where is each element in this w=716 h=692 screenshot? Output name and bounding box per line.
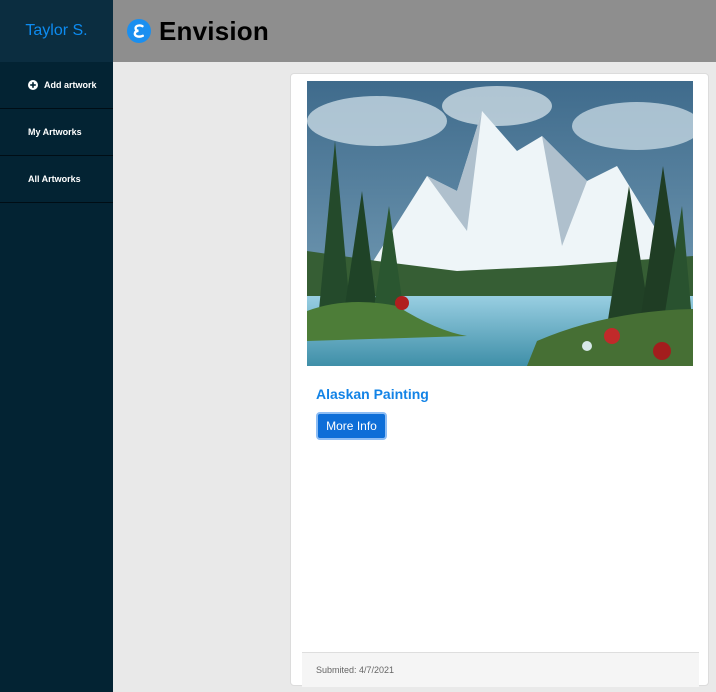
- artwork-title: Alaskan Painting: [316, 386, 429, 402]
- sidebar: Taylor S. Add artwork My Artworks All Ar…: [0, 0, 113, 692]
- card-footer: Submited: 4/7/2021: [302, 652, 699, 687]
- submitted-date: Submited: 4/7/2021: [316, 665, 395, 675]
- brand-name: Envision: [159, 15, 269, 46]
- user-header: Taylor S.: [0, 0, 113, 62]
- plus-circle-icon: [28, 80, 38, 90]
- user-name[interactable]: Taylor S.: [25, 22, 87, 40]
- sidebar-item-label: Add artwork: [44, 80, 97, 90]
- sidebar-item-label: All Artworks: [28, 174, 81, 184]
- artwork-image: [307, 81, 693, 366]
- sidebar-item-add-artwork[interactable]: Add artwork: [0, 62, 113, 109]
- app-header: Envision: [113, 0, 716, 62]
- sidebar-item-my-artworks[interactable]: My Artworks: [0, 109, 113, 156]
- more-info-button[interactable]: More Info: [316, 412, 387, 440]
- envision-logo-icon: [127, 19, 151, 43]
- sidebar-item-all-artworks[interactable]: All Artworks: [0, 156, 113, 203]
- brand-logo[interactable]: Envision: [127, 16, 269, 47]
- artwork-card: Alaskan Painting More Info Submited: 4/7…: [290, 73, 709, 687]
- sidebar-item-label: My Artworks: [28, 127, 82, 137]
